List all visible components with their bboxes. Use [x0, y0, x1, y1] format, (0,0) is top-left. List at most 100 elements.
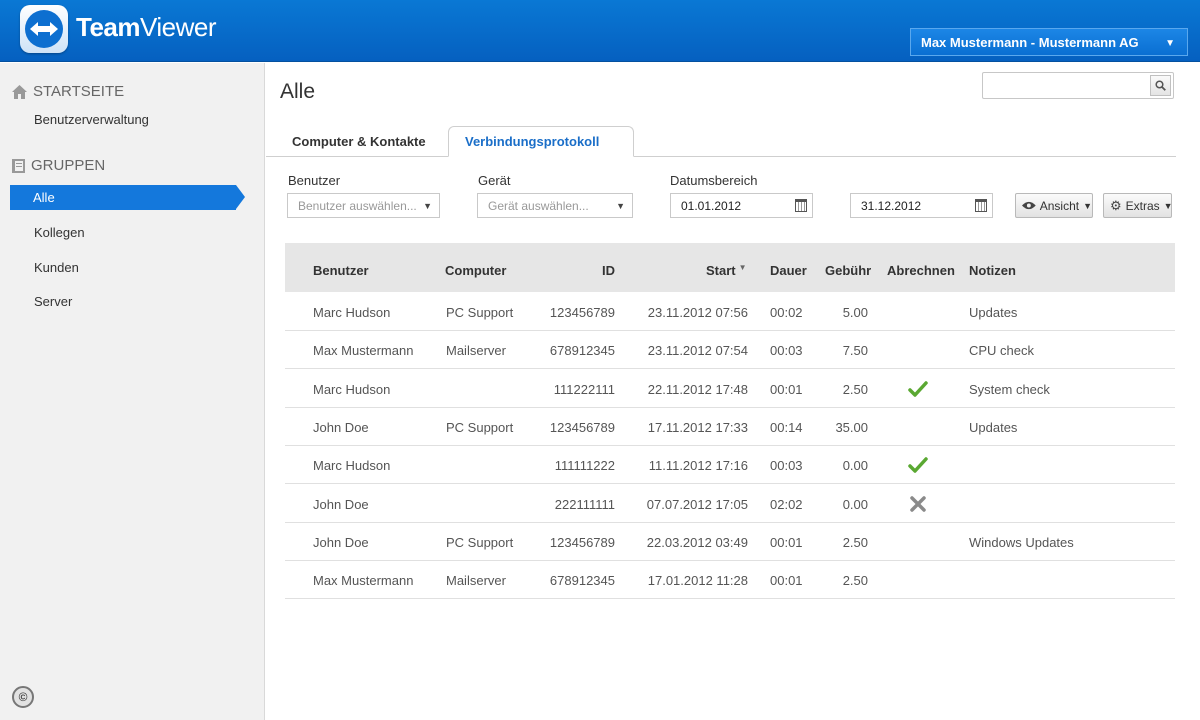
cell-id: 111222111: [553, 381, 615, 397]
cell-gebuehr: 2.50: [842, 573, 868, 589]
calendar-icon[interactable]: [795, 199, 807, 212]
benutzer-select-placeholder: Benutzer auswählen...: [298, 198, 417, 213]
column-header-benutzer[interactable]: Benutzer: [313, 263, 369, 278]
cell-gebuehr: 7.50: [842, 343, 868, 359]
table-row[interactable]: Max Mustermann Mailserver 678912345 17.01.2…: [285, 561, 1175, 600]
cell-computer: PC Support: [446, 305, 514, 320]
cell-notizen: CPU check: [969, 343, 1035, 359]
cell-benutzer: Marc Hudson: [313, 305, 391, 320]
search-input[interactable]: [983, 73, 1143, 98]
chevron-down-icon: ▼: [1165, 38, 1175, 49]
cell-notizen: Windows Updates: [969, 534, 1074, 550]
cell-dauer: 00:01: [770, 534, 803, 550]
sidebar-item-kunden[interactable]: Kunden: [34, 260, 79, 275]
geraet-filter-label: Gerät: [478, 173, 511, 188]
eye-icon: [1022, 201, 1036, 210]
cell-gebuehr: 35.00: [835, 419, 868, 435]
cell-gebuehr: 2.50: [842, 534, 868, 550]
brand-name: TeamViewer: [76, 12, 217, 42]
teamviewer-logo-icon: [20, 5, 68, 53]
extras-button[interactable]: ⚙ Extras ▼: [1103, 193, 1173, 218]
app-header: TeamViewer Max Mustermann - Mustermann A…: [0, 0, 1200, 62]
date-to-value: 31.12.2012: [861, 198, 922, 213]
table-row[interactable]: Marc Hudson PC Support 123456789 23.11.2012…: [285, 293, 1175, 331]
cell-id: 123456789: [549, 534, 615, 550]
date-from-field[interactable]: 01.01.2012: [670, 193, 813, 218]
geraet-select-placeholder: Gerät auswählen...: [488, 198, 589, 213]
ansicht-button[interactable]: Ansicht ▼: [1015, 193, 1093, 218]
column-header-computer[interactable]: Computer: [445, 263, 506, 278]
cell-gebuehr: 0.00: [842, 458, 868, 474]
cell-computer: PC Support: [446, 419, 514, 435]
benutzer-select[interactable]: Benutzer auswählen... ▼: [287, 193, 440, 218]
column-header-dauer[interactable]: Dauer: [770, 263, 807, 278]
cell-dauer: 00:03: [770, 458, 803, 474]
cell-computer: Mailserver: [446, 573, 506, 589]
chevron-down-icon: ▼: [1163, 200, 1173, 211]
column-header-notizen[interactable]: Notizen: [969, 263, 1016, 278]
cell-notizen: System check: [969, 381, 1050, 397]
sidebar-section-startseite[interactable]: STARTSEITE: [12, 83, 124, 100]
gear-icon: ⚙: [1110, 197, 1122, 213]
cell-dauer: 00:01: [770, 381, 803, 397]
column-header-label: Start: [706, 263, 736, 278]
cell-benutzer: Marc Hudson: [313, 381, 391, 397]
chevron-down-icon: ▼: [616, 201, 625, 211]
date-from-value: 01.01.2012: [681, 198, 742, 213]
checkmark-icon: [908, 455, 928, 475]
sidebar-item-server[interactable]: Server: [34, 294, 72, 309]
date-to-field[interactable]: 31.12.2012: [850, 193, 993, 218]
sidebar-item-kollegen[interactable]: Kollegen: [34, 225, 85, 240]
sidebar-section-label: STARTSEITE: [33, 83, 125, 100]
column-header-id[interactable]: ID: [602, 263, 615, 278]
cell-notizen: Updates: [969, 305, 1018, 320]
chevron-down-icon: ▼: [423, 201, 432, 211]
cell-id: 123456789: [549, 419, 615, 435]
column-header-gebuehr[interactable]: Gebühr: [825, 263, 871, 278]
book-icon: [12, 158, 25, 173]
table-row[interactable]: John Doe 222111111 07.07.2012 17:05 02:02 0.…: [285, 485, 1175, 523]
cell-id: 678912345: [549, 573, 615, 589]
extras-label: Extras: [1125, 198, 1160, 213]
cell-id: 222111111: [554, 496, 615, 512]
cross-icon: [908, 494, 928, 514]
cell-start: 23.11.2012 07:54: [647, 343, 748, 359]
geraet-select[interactable]: Gerät auswählen... ▼: [477, 193, 633, 218]
cell-start: 22.03.2012 03:49: [646, 534, 748, 550]
table-row[interactable]: John Doe PC Support 123456789 17.11.2012 17…: [285, 408, 1175, 446]
copyright-icon[interactable]: ©: [12, 686, 34, 708]
cell-computer: PC Support: [446, 534, 514, 550]
sidebar-item-alle[interactable]: Alle: [10, 185, 245, 210]
tab-computer-kontakte[interactable]: Computer & Kontakte: [292, 134, 426, 149]
cell-start: 23.11.2012 07:56: [647, 305, 748, 320]
cell-gebuehr: 2.50: [842, 381, 868, 397]
cell-benutzer: John Doe: [313, 534, 369, 550]
column-header-start[interactable]: Start ▼: [706, 263, 747, 278]
cell-dauer: 00:02: [770, 305, 803, 320]
search-box: [982, 72, 1174, 99]
user-account-menu[interactable]: Max Mustermann - Mustermann AG ▼: [910, 28, 1188, 56]
benutzer-filter-label: Benutzer: [288, 173, 341, 188]
sidebar-item-benutzerverwaltung[interactable]: Benutzerverwaltung: [34, 112, 149, 127]
ansicht-label: Ansicht: [1039, 198, 1080, 213]
cell-gebuehr: 0.00: [842, 496, 868, 512]
table-row[interactable]: Marc Hudson 111111222 11.11.2012 17:16 00:0…: [285, 446, 1175, 485]
cell-benutzer: John Doe: [313, 419, 369, 435]
search-button[interactable]: [1150, 75, 1171, 96]
table-row[interactable]: Marc Hudson 111222111 22.11.2012 17:48 00:0…: [285, 370, 1175, 408]
cell-start: 17.01.2012 11:28: [647, 573, 748, 589]
calendar-icon[interactable]: [975, 199, 987, 212]
column-header-abrechnen[interactable]: Abrechnen: [887, 263, 955, 278]
cell-start: 22.11.2012 17:48: [647, 381, 748, 397]
cell-benutzer: Max Mustermann: [313, 573, 414, 589]
chevron-down-icon: ▼: [1083, 200, 1092, 211]
table-row[interactable]: John Doe PC Support 123456789 22.03.2012 03…: [285, 523, 1175, 561]
cell-computer: Mailserver: [446, 343, 506, 359]
page-title: Alle: [280, 80, 316, 103]
tab-verbindungsprotokoll[interactable]: Verbindungsprotokoll: [448, 126, 634, 157]
cell-id: 678912345: [549, 343, 615, 359]
cell-start: 07.07.2012 17:05: [646, 496, 748, 512]
table-row[interactable]: Max Mustermann Mailserver 678912345 23.11.2…: [285, 331, 1175, 370]
home-icon: [12, 84, 27, 99]
cell-dauer: 00:03: [770, 343, 803, 359]
